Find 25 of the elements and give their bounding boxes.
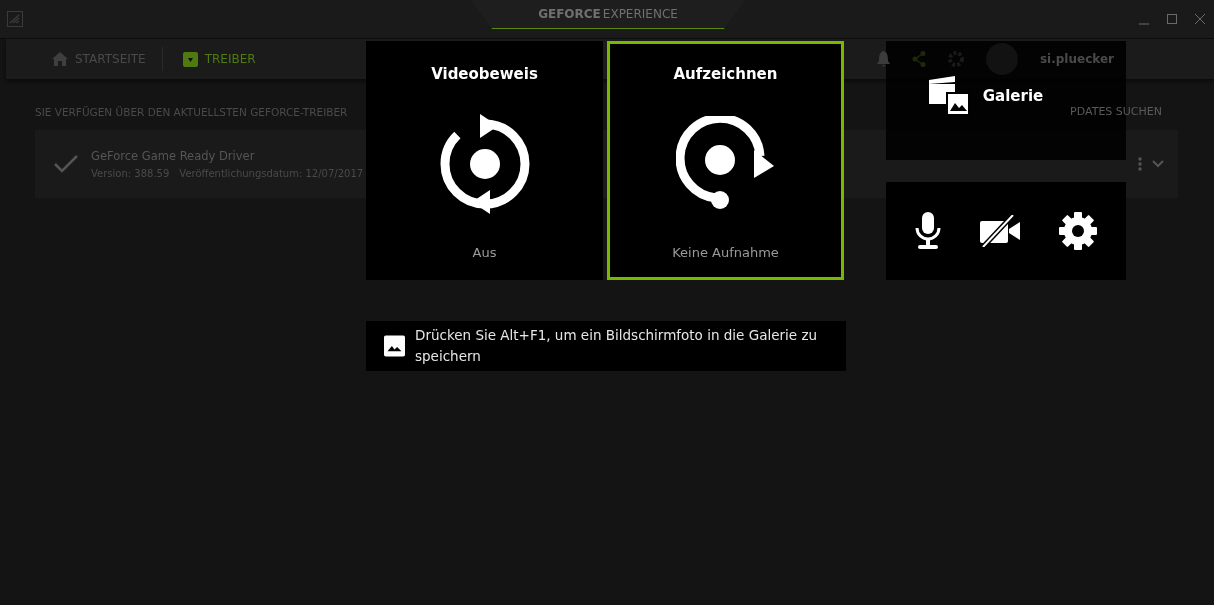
- camera-off-icon[interactable]: [979, 215, 1021, 247]
- chevron-down-icon[interactable]: [1152, 160, 1164, 168]
- app-logo-icon: [7, 11, 23, 27]
- gallery-button[interactable]: Galerie: [928, 75, 1044, 116]
- record-icon: [675, 116, 776, 212]
- check-updates-link[interactable]: PDATES SUCHEN: [1070, 105, 1162, 118]
- checkmark-icon: [53, 154, 79, 174]
- nav-tab[interactable]: TREIBER: [182, 51, 272, 67]
- microphone-icon[interactable]: [914, 212, 943, 250]
- gallery-icon: [928, 75, 971, 116]
- maximize-icon[interactable]: [1166, 13, 1178, 25]
- bell-icon[interactable]: [876, 51, 890, 67]
- more-icon[interactable]: [1138, 157, 1142, 171]
- close-icon[interactable]: [1194, 13, 1206, 25]
- app-title: EXPERIENCE: [602, 7, 678, 21]
- image-icon: [384, 334, 405, 358]
- replay-icon: [439, 114, 530, 214]
- home-icon: [52, 52, 68, 66]
- download-box-icon: [182, 51, 198, 67]
- overlay-tile[interactable]: Aufzeichnen Keine Aufnahme: [607, 41, 844, 280]
- user-name[interactable]: si.pluecker: [1039, 52, 1114, 66]
- overlay-tile[interactable]: Videobeweis Aus: [366, 41, 603, 280]
- app-title: GEFORCE: [538, 7, 601, 21]
- hint-text: Drücken Sie Alt+F1, um ein Bildschirmfoto in die Galerie zu speichern: [415, 326, 819, 366]
- driver-name: GeForce Game Ready Driver: [91, 149, 256, 163]
